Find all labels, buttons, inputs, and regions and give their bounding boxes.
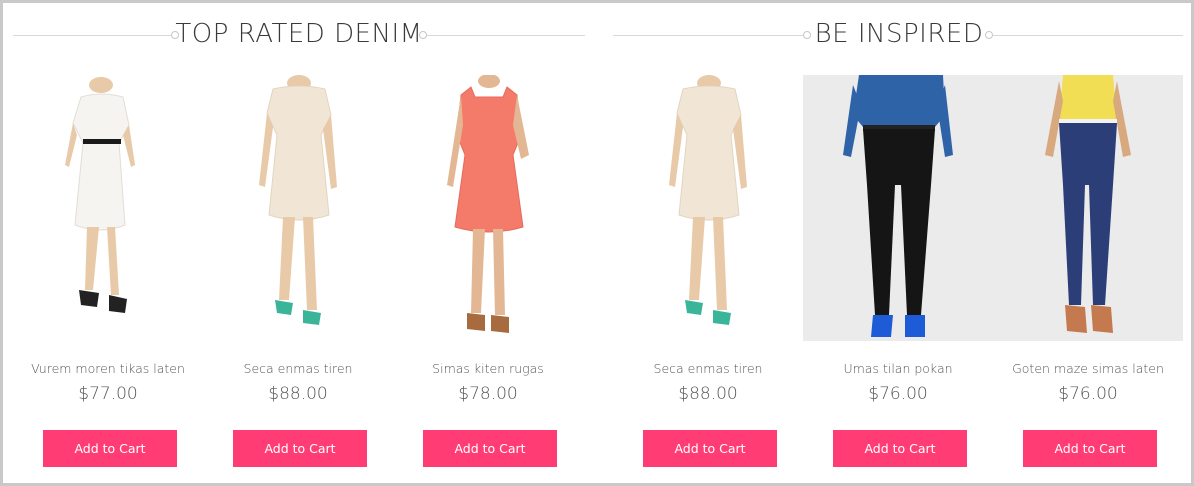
product-price: $78.00 bbox=[458, 384, 518, 404]
section-title: BE INSPIRED bbox=[814, 19, 984, 49]
product-card: Seca enmas tiren $88.00 Add to Cart bbox=[613, 75, 803, 475]
add-to-cart-button[interactable]: Add to Cart bbox=[1023, 430, 1157, 467]
cream-lace-dress-back-icon bbox=[259, 75, 337, 325]
product-name[interactable]: Simas kiten rugas bbox=[393, 361, 583, 376]
product-name[interactable]: Vurem moren tikas laten bbox=[13, 361, 203, 376]
product-image[interactable] bbox=[613, 75, 803, 341]
product-image[interactable] bbox=[803, 75, 993, 341]
add-to-cart-button[interactable]: Add to Cart bbox=[643, 430, 777, 467]
product-name[interactable]: Umas tilan pokan bbox=[803, 361, 993, 376]
product-image[interactable] bbox=[393, 75, 583, 341]
product-name[interactable]: Seca enmas tiren bbox=[613, 361, 803, 376]
product-price: $76.00 bbox=[868, 384, 928, 404]
blue-jeans-yellow-top-icon bbox=[1045, 75, 1131, 333]
section-title: TOP RATED DENIM bbox=[175, 19, 423, 49]
heading-dot-right bbox=[419, 31, 427, 39]
product-image[interactable] bbox=[13, 75, 203, 341]
product-name[interactable]: Goten maze simas laten bbox=[993, 361, 1183, 376]
black-jeans-blue-shirt-icon bbox=[843, 75, 953, 337]
cream-lace-dress-back-icon bbox=[669, 75, 747, 325]
product-image[interactable] bbox=[203, 75, 393, 341]
heading-rule-right bbox=[427, 35, 585, 36]
add-to-cart-button[interactable]: Add to Cart bbox=[423, 430, 557, 467]
product-price: $77.00 bbox=[78, 384, 138, 404]
product-price: $88.00 bbox=[678, 384, 738, 404]
product-card: Umas tilan pokan $76.00 Add to Cart bbox=[803, 75, 993, 475]
heading-dot-right bbox=[985, 31, 993, 39]
page-frame: TOP RATED DENIM Vurem moren tikas laten … bbox=[0, 0, 1194, 486]
product-card: Simas kiten rugas $78.00 Add to Cart bbox=[393, 75, 583, 475]
product-grid: Seca enmas tiren $88.00 Add to Cart Umas… bbox=[613, 75, 1185, 475]
white-lace-dress-back-icon bbox=[65, 77, 135, 313]
product-grid: Vurem moren tikas laten $77.00 Add to Ca… bbox=[13, 75, 585, 475]
section-be-inspired: BE INSPIRED Seca enmas tiren $88.00 Add … bbox=[613, 3, 1185, 483]
product-card: Seca enmas tiren $88.00 Add to Cart bbox=[203, 75, 393, 475]
product-price: $88.00 bbox=[268, 384, 328, 404]
section-top-rated-denim: TOP RATED DENIM Vurem moren tikas laten … bbox=[13, 3, 585, 483]
heading-rule-right bbox=[993, 35, 1183, 36]
section-heading: TOP RATED DENIM bbox=[13, 15, 585, 55]
add-to-cart-button[interactable]: Add to Cart bbox=[233, 430, 367, 467]
product-image[interactable] bbox=[993, 75, 1183, 341]
product-price: $76.00 bbox=[1058, 384, 1118, 404]
section-heading: BE INSPIRED bbox=[613, 15, 1185, 55]
product-card: Vurem moren tikas laten $77.00 Add to Ca… bbox=[13, 75, 203, 475]
add-to-cart-button[interactable]: Add to Cart bbox=[833, 430, 967, 467]
coral-lace-dress-icon bbox=[447, 75, 529, 333]
add-to-cart-button[interactable]: Add to Cart bbox=[43, 430, 177, 467]
product-name[interactable]: Seca enmas tiren bbox=[203, 361, 393, 376]
product-card: Goten maze simas laten $76.00 Add to Car… bbox=[993, 75, 1183, 475]
